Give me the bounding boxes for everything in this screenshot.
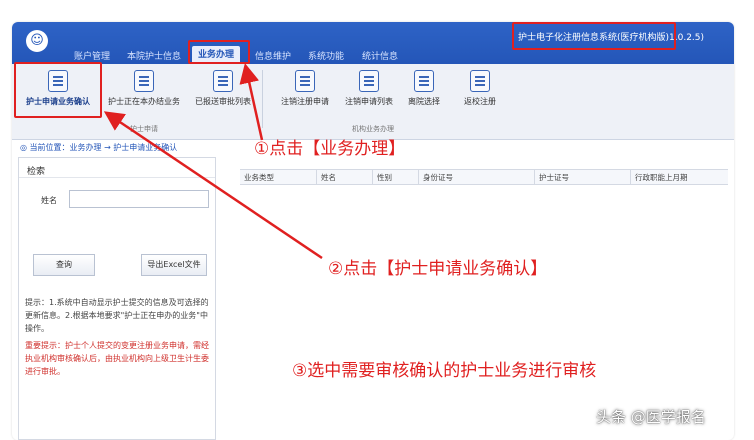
annotation-step2: ②点击【护士申请业务确认】	[328, 259, 548, 279]
arrow-to-business-menu	[239, 63, 264, 141]
watermark-text: 头条 @医学报名	[596, 408, 706, 426]
annotation-step1: ①点击【业务办理】	[254, 139, 406, 159]
annotation-step3: ③选中需要审核确认的护士业务进行审核	[292, 361, 597, 381]
